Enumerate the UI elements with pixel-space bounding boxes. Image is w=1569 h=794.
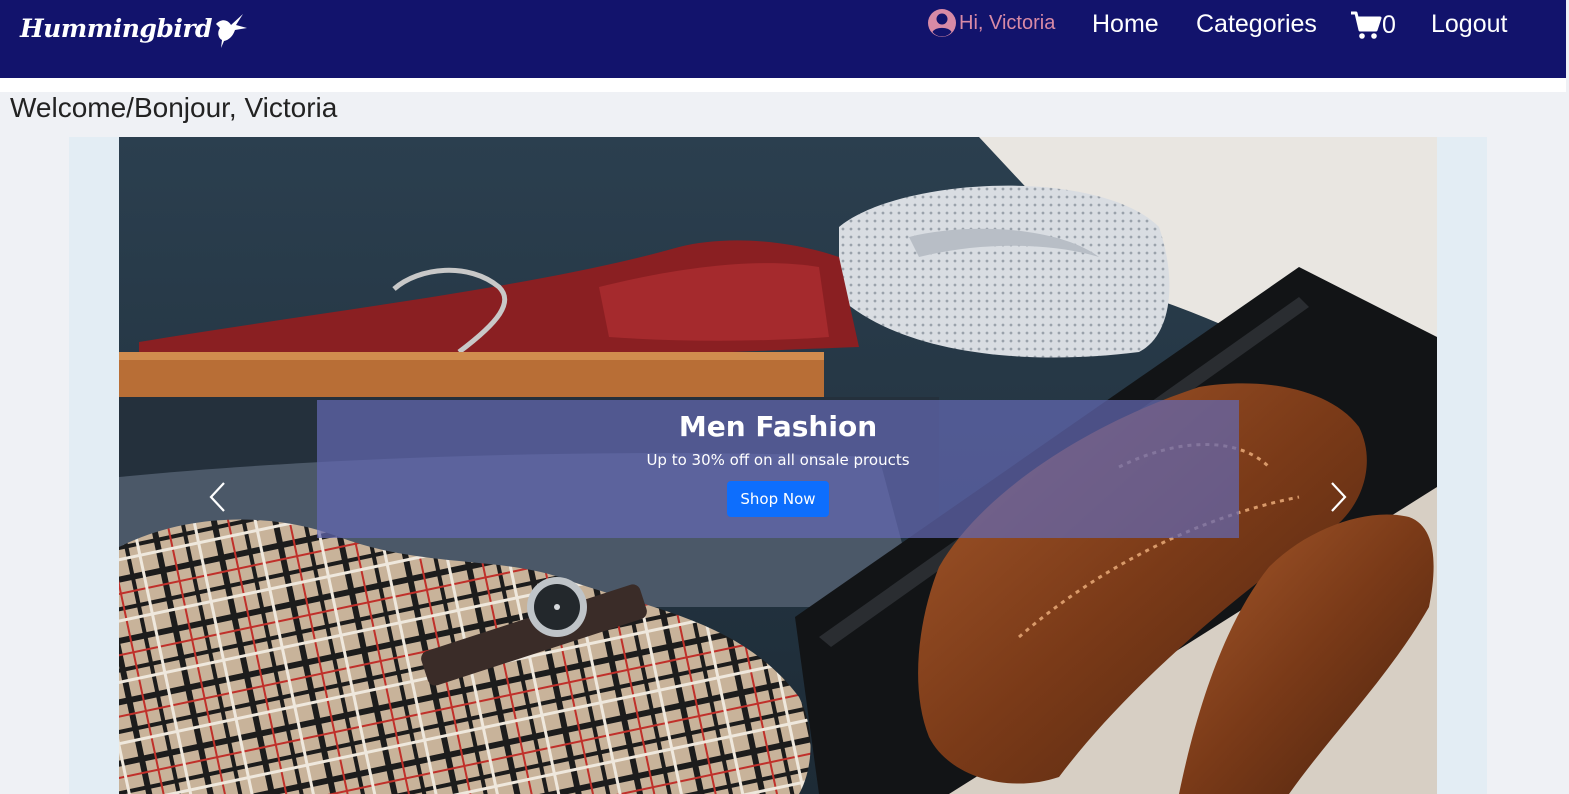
brand-logo[interactable]: Hummingbird [20,8,248,48]
cart-icon [1351,11,1382,39]
nav-categories-link[interactable]: Categories [1196,10,1317,39]
hummingbird-logo-icon [216,14,247,48]
cart-count: 0 [1382,10,1396,39]
brand-name: Hummingbird [20,13,213,43]
carousel-prev-button[interactable] [198,477,238,517]
greeting-text: Hi, Victoria [959,11,1056,34]
nav-home-link[interactable]: Home [1092,10,1159,39]
carousel-next-button[interactable] [1318,477,1358,517]
top-navbar: Hummingbird Hi, Victoria Home Categories… [0,0,1566,78]
carousel-slide: Men Fashion Up to 30% off on all onsale … [119,137,1437,794]
chevron-right-icon [1331,482,1347,512]
user-circle-icon [928,9,956,37]
slide-subtitle: Up to 30% off on all onsale proucts [646,451,910,469]
hero-carousel: Men Fashion Up to 30% off on all onsale … [69,137,1487,794]
navbar-bottom-strip [0,78,1566,92]
user-greeting[interactable]: Hi, Victoria [927,8,1055,38]
shop-now-button[interactable]: Shop Now [727,481,829,517]
cart-button[interactable]: 0 [1350,10,1396,40]
chevron-left-icon [209,482,225,512]
slide-caption: Men Fashion Up to 30% off on all onsale … [317,400,1239,538]
nav-logout-link[interactable]: Logout [1431,10,1507,39]
welcome-heading: Welcome/Bonjour, Victoria [10,92,338,123]
slide-title: Men Fashion [678,410,878,443]
